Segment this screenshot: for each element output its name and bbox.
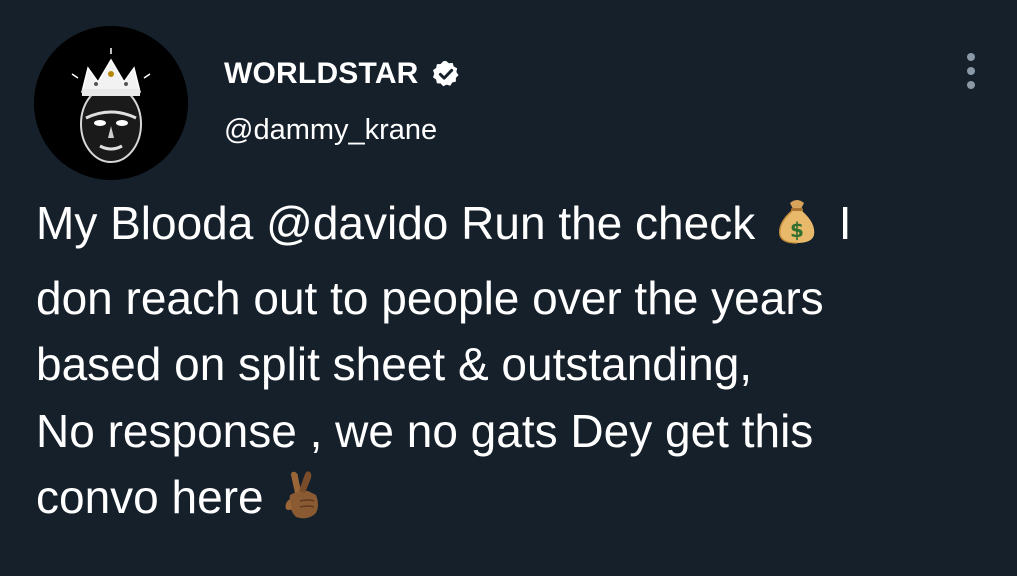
author-info: WORLDSTAR @dammy_krane	[224, 56, 461, 147]
tweet-text-segment: My Blooda	[36, 197, 267, 249]
tweet-line-1: My Blooda @davido Run the check $ I	[36, 190, 996, 265]
verified-badge-icon	[431, 59, 461, 89]
tweet-line-5: convo here	[36, 464, 996, 539]
crossed-fingers-emoji	[278, 469, 324, 539]
display-name[interactable]: WORLDSTAR	[224, 57, 419, 91]
avatar[interactable]	[34, 26, 188, 180]
author-handle[interactable]: @dammy_krane	[224, 114, 461, 147]
tweet-line-3: based on split sheet & outstanding,	[36, 338, 753, 390]
tweet-line-4: No response , we no gats Dey get this	[36, 404, 814, 457]
avatar-king-crown-icon	[34, 26, 188, 180]
more-options-icon[interactable]	[958, 50, 984, 92]
money-bag-emoji: $	[770, 193, 824, 265]
tweet-text-segment: Run the check	[448, 197, 768, 249]
name-row: WORLDSTAR	[224, 56, 461, 92]
tweet-card: WORLDSTAR @dammy_krane My Blooda @davido…	[0, 0, 1017, 576]
svg-text:$: $	[790, 218, 804, 242]
tweet-text: My Blooda @davido Run the check $ I don …	[36, 190, 996, 539]
tweet-line-2: don reach out to people over the years	[36, 271, 824, 324]
mention-link[interactable]: @davido	[266, 197, 448, 249]
tweet-text-segment: I	[826, 197, 852, 249]
tweet-text-segment: convo here	[36, 471, 277, 523]
